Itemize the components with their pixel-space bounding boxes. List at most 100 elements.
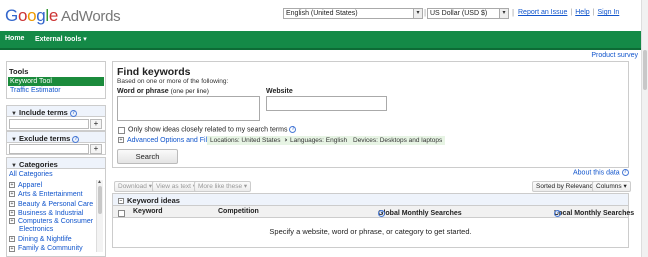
find-keywords-subtitle: Based on one or more of the following: [117,78,229,85]
language-select[interactable]: English (United States) ▾ [283,8,423,19]
product-survey-link[interactable]: Product survey [591,52,638,59]
phrase-hint: (one per line) [170,88,209,95]
nav-home[interactable]: Home [5,35,24,42]
collapse-triangle-icon: ▼ [11,111,17,117]
find-keywords-title: Find keywords [117,66,191,78]
sign-in-link[interactable]: Sign In [597,9,619,16]
column-label: Local Monthly Searches [554,210,635,217]
expand-plus-icon[interactable]: + [9,210,15,217]
help-icon[interactable]: ? [289,126,297,133]
about-data-row: About this data ? [573,169,629,176]
filter-chip-label: Locations: United States [210,137,281,144]
columns-dropdown[interactable]: Columns ▾ [592,181,631,192]
filter-chip-devices: Devices: Desktops and laptops [350,136,446,145]
top-links: Report an Issue | Help | Sign In [518,9,619,16]
logo-letter: o [27,6,37,25]
collapse-minus-icon[interactable]: − [118,198,124,205]
collapse-triangle-icon: ▼ [11,137,17,143]
nav-external-tools[interactable]: External tools ▾ [35,35,87,43]
category-item[interactable]: + Apparel [9,181,94,190]
categories-header[interactable]: ▼ Categories [7,158,105,169]
nav-divider [0,48,641,50]
category-label: Family & Community [18,245,83,253]
expand-plus-icon[interactable]: + [9,245,15,252]
about-data-link[interactable]: About this data [573,169,620,176]
select-separator: | [424,8,427,17]
only-related-text: Only show ideas closely related to my se… [128,126,288,134]
filter-chip-language: Languages: English× [287,136,358,145]
help-icon[interactable]: ? [554,210,561,217]
advanced-options-link[interactable]: Advanced Options and Filters [127,137,219,144]
expand-plus-icon[interactable]: + [9,236,15,243]
scrollbar-thumb[interactable] [643,50,647,90]
collapse-triangle-icon: ▼ [11,163,17,169]
add-exclude-term-button[interactable]: + [90,144,102,154]
scroll-up-arrow-icon[interactable]: ▲ [97,179,102,185]
categories-scrollbar[interactable]: ▲ [96,179,103,252]
phrase-label-text: Word or phrase [117,88,169,95]
category-label: Apparel [18,182,43,189]
currency-select[interactable]: US Dollar (USD $) ▾ [427,8,509,19]
phrase-label: Word or phrase (one per line) [117,88,209,95]
keyword-ideas-panel: − Keyword ideas Keyword Competition Globa… [112,193,634,248]
exclude-terms-label: Exclude terms [19,134,71,143]
link-separator: | [592,9,595,16]
dropdown-arrow-icon: ▾ [413,9,422,18]
category-item[interactable]: + Dining & Nightlife [9,235,94,244]
search-button[interactable]: Search [117,149,178,164]
expand-plus-icon[interactable]: + [9,182,15,189]
exclude-terms-input[interactable] [9,144,89,154]
advanced-options-row: + Advanced Options and Filters [118,137,219,144]
column-label: Global Monthly Searches [378,210,462,217]
page-scrollbar[interactable] [641,0,648,257]
category-item[interactable]: + Family & Community [9,244,94,253]
category-label: Computers & Consumer Electronics [18,218,94,234]
scrollbar-thumb[interactable] [98,186,102,214]
add-include-term-button[interactable]: + [90,119,102,129]
expand-plus-icon[interactable]: + [9,191,15,198]
language-select-value: English (United States) [286,10,358,17]
keyword-ideas-header[interactable]: − Keyword ideas [113,194,628,206]
results-column-header: Keyword Competition Global Monthly Searc… [113,206,634,218]
help-icon[interactable]: ? [621,169,629,176]
website-input[interactable] [266,96,387,111]
download-button[interactable]: Download ▾ [114,181,156,192]
include-terms-header[interactable]: ▼ Include terms ? [7,106,105,117]
category-item[interactable]: + Arts & Entertainment [9,190,94,199]
help-link[interactable]: Help [575,9,589,16]
column-competition[interactable]: Competition [218,208,259,215]
category-item[interactable]: + Business & Industrial [9,209,94,218]
filter-chip-label: Devices: Desktops and laptops [353,137,443,144]
phrase-textarea[interactable] [117,96,260,121]
keyword-ideas-title: Keyword ideas [127,196,180,205]
include-terms-input[interactable] [9,119,89,129]
expand-plus-icon[interactable]: + [9,200,15,207]
category-item[interactable]: + Computers & Consumer Electronics [9,218,94,234]
select-separator: | [512,8,515,17]
website-label: Website [266,88,293,95]
category-list: + Apparel + Arts & Entertainment + Beauty &… [9,181,94,254]
help-icon[interactable]: ? [378,210,385,217]
view-as-text-button[interactable]: View as text ▾ [152,181,200,192]
main-nav: Home External tools ▾ [0,31,641,48]
help-icon[interactable]: ? [69,109,77,117]
filter-chip-label: Languages: English [290,137,348,144]
expand-plus-icon[interactable]: + [9,218,15,225]
help-icon[interactable]: ? [72,135,80,143]
category-item[interactable]: + Beauty & Personal Care [9,200,94,209]
chevron-down-icon: ▾ [83,36,87,43]
dropdown-arrow-icon: ▾ [499,9,508,18]
column-keyword[interactable]: Keyword [133,208,163,215]
all-categories-link[interactable]: All Categories [9,171,53,178]
report-issue-link[interactable]: Report an Issue [518,9,567,16]
more-like-these-button[interactable]: More like these ▾ [194,181,252,192]
include-terms-label: Include terms [19,108,68,117]
logo-letter: e [48,6,59,25]
only-related-checkbox[interactable] [118,127,125,134]
exclude-terms-header[interactable]: ▼ Exclude terms ? [7,132,105,143]
google-adwords-logo[interactable]: Google AdWords [5,5,121,28]
expand-plus-icon[interactable]: + [118,137,124,144]
category-label: Beauty & Personal Care [18,200,94,208]
category-label: Arts & Entertainment [18,191,83,199]
link-separator: | [570,9,573,16]
